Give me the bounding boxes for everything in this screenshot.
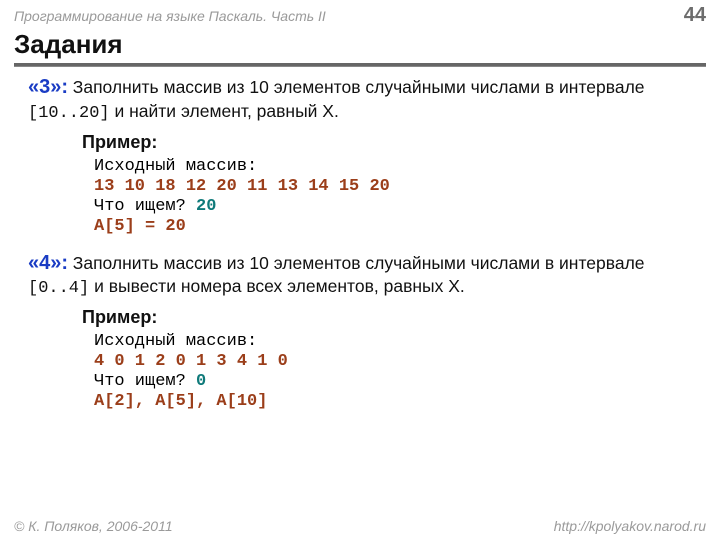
task-3-query-x: 20: [196, 197, 216, 216]
copyright: © К. Поляков, 2006-2011: [14, 518, 173, 534]
task-4-head: «4»: Заполнить массив из 10 элементов сл…: [28, 252, 692, 302]
slide-header: Программирование на языке Паскаль. Часть…: [0, 0, 720, 29]
page-title: Задания: [14, 29, 706, 60]
task-3-array: 13 10 18 12 20 11 13 14 15 20: [94, 177, 692, 196]
task-4-text-a: Заполнить массив из 10 элементов случайн…: [73, 253, 645, 273]
task-3-query-label: Что ищем?: [94, 197, 196, 216]
task-4-text-b: и вывести номера всех элементов, равных …: [89, 276, 465, 296]
task-3-text-b: и найти элемент, равный X.: [110, 101, 339, 121]
task-4-query: Что ищем? 0: [94, 372, 692, 391]
task-3-line1: Исходный массив:: [94, 157, 692, 176]
task-3-head: «3»: Заполнить массив из 10 элементов сл…: [28, 76, 692, 126]
task-4-number: «4»:: [28, 252, 68, 274]
task-4-array: 4 0 1 2 0 1 3 4 1 0: [94, 352, 692, 371]
title-underline: [14, 63, 706, 66]
slide-footer: © К. Поляков, 2006-2011 http://kpolyakov…: [0, 518, 720, 534]
task-4-line1: Исходный массив:: [94, 332, 692, 351]
page-number: 44: [684, 4, 706, 27]
task-3-body: Пример: Исходный массив: 13 10 18 12 20 …: [28, 132, 692, 236]
task-4-query-label: Что ищем?: [94, 372, 196, 391]
task-3-text-a: Заполнить массив из 10 элементов случайн…: [73, 77, 645, 97]
task-3-query: Что ищем? 20: [94, 197, 692, 216]
task-3: «3»: Заполнить массив из 10 элементов сл…: [28, 76, 692, 236]
task-4: «4»: Заполнить массив из 10 элементов сл…: [28, 252, 692, 412]
task-4-example: Исходный массив: 4 0 1 2 0 1 3 4 1 0 Что…: [82, 332, 692, 411]
task-3-number: «3»:: [28, 76, 68, 98]
title-row: Задания: [0, 29, 720, 62]
task-3-example-label: Пример:: [82, 132, 692, 153]
task-3-text: Заполнить массив из 10 элементов случайн…: [28, 77, 645, 121]
task-3-example: Исходный массив: 13 10 18 12 20 11 13 14…: [82, 157, 692, 236]
task-4-query-x: 0: [196, 372, 206, 391]
task-3-result: A[5] = 20: [94, 217, 692, 236]
task-3-range: [10..20]: [28, 104, 110, 123]
footer-url: http://kpolyakov.narod.ru: [554, 518, 706, 534]
task-4-text: Заполнить массив из 10 элементов случайн…: [28, 253, 645, 297]
task-4-example-label: Пример:: [82, 307, 692, 328]
task-4-result: A[2], A[5], A[10]: [94, 392, 692, 411]
task-4-body: Пример: Исходный массив: 4 0 1 2 0 1 3 4…: [28, 307, 692, 411]
course-name: Программирование на языке Паскаль. Часть…: [14, 8, 326, 24]
task-4-range: [0..4]: [28, 279, 89, 298]
content: «3»: Заполнить массив из 10 элементов сл…: [0, 72, 720, 411]
